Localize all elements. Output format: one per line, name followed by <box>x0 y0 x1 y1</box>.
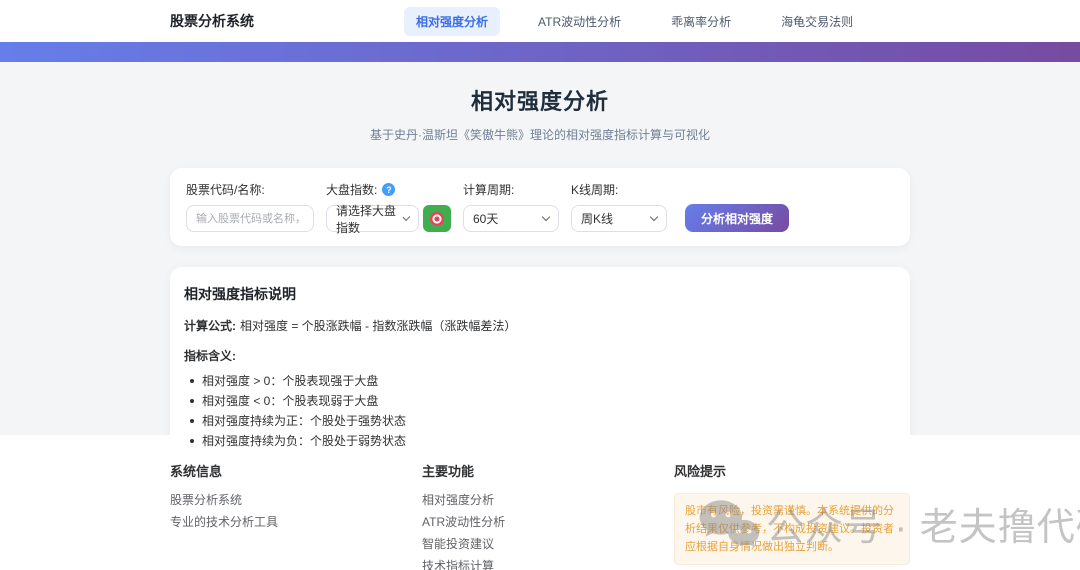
brand-title: 股票分析系统 <box>170 13 254 29</box>
footer-link-indicator-calc[interactable]: 技术指标计算 <box>422 559 674 570</box>
kline-period-label: K线周期: <box>571 183 619 197</box>
index-picker-button[interactable] <box>423 205 451 232</box>
kline-period-selected-value: 周K线 <box>581 212 614 226</box>
nav-item-turtle-trading[interactable]: 海龟交易法则 <box>769 7 865 36</box>
analyze-button[interactable]: 分析相对强度 <box>685 204 790 232</box>
chevron-down-icon <box>649 212 659 222</box>
navbar: 股票分析系统 相对强度分析 ATR波动性分析 乖离率分析 海龟交易法则 <box>0 0 1080 42</box>
target-icon <box>430 211 444 226</box>
footer-link-atr-volatility[interactable]: ATR波动性分析 <box>422 515 674 529</box>
footer-link-relative-strength[interactable]: 相对强度分析 <box>422 493 674 507</box>
nav-item-bias-ratio[interactable]: 乖离率分析 <box>659 7 743 36</box>
market-index-select[interactable]: 请选择大盘指数 <box>326 204 419 235</box>
market-index-label: 大盘指数: <box>326 183 378 197</box>
market-index-selected-value: 请选择大盘指数 <box>336 203 397 235</box>
page-subtitle: 基于史丹·温斯坦《笑傲牛熊》理论的相对强度指标计算与可视化 <box>370 128 710 142</box>
nav-item-relative-strength[interactable]: 相对强度分析 <box>404 6 501 36</box>
meaning-label: 指标含义: <box>184 349 236 363</box>
footer-col-title: 主要功能 <box>422 464 475 479</box>
main-content: 相对强度分析 基于史丹·温斯坦《笑傲牛熊》理论的相对强度指标计算与可视化 股票代… <box>0 62 1080 463</box>
analysis-form-card: 股票代码/名称: 大盘指数: ? 请选择大盘指数 <box>170 168 910 246</box>
risk-warning-box: 股市有风险，投资需谨慎。本系统提供的分析结果仅供参考，不构成投资建议。投资者应根… <box>674 493 910 566</box>
nav-item-atr-volatility[interactable]: ATR波动性分析 <box>526 7 633 36</box>
calc-period-field: 计算周期: 60天 <box>463 181 559 232</box>
chevron-down-icon <box>541 212 551 222</box>
list-item-text: 相对强度 < 0：个股表现弱于大盘 <box>202 394 379 408</box>
indicator-info-card: 相对强度指标说明 计算公式: 相对强度 = 个股涨跌幅 - 指数涨跌幅（涨跌幅差法… <box>170 267 910 463</box>
calc-period-selected-value: 60天 <box>473 212 499 226</box>
footer-col-system-info: 系统信息 股票分析系统 专业的技术分析工具 <box>170 461 422 570</box>
calc-period-label: 计算周期: <box>463 183 515 197</box>
kline-period-select[interactable]: 周K线 <box>571 205 667 232</box>
footer-col-risk-notice: 风险提示 股市有风险，投资需谨慎。本系统提供的分析结果仅供参考，不构成投资建议。… <box>674 461 910 570</box>
help-icon[interactable]: ? <box>382 183 396 196</box>
bullet-icon <box>190 379 194 383</box>
footer-col-main-features: 主要功能 相对强度分析 ATR波动性分析 智能投资建议 技术指标计算 <box>422 461 674 570</box>
calc-period-select[interactable]: 60天 <box>463 205 559 232</box>
page-title: 相对强度分析 <box>470 89 609 114</box>
page: 股票分析系统 相对强度分析 ATR波动性分析 乖离率分析 海龟交易法则 相对强度… <box>0 0 1080 570</box>
bullet-icon <box>190 439 194 443</box>
market-index-field: 大盘指数: ? 请选择大盘指数 <box>326 181 451 235</box>
list-item-text: 相对强度持续为负：个股处于弱势状态 <box>202 434 407 448</box>
market-index-label-row: 大盘指数: ? <box>326 181 451 198</box>
market-index-row: 请选择大盘指数 <box>326 204 451 235</box>
bullet-icon <box>190 399 194 403</box>
bullet-icon <box>190 419 194 423</box>
navbar-container: 股票分析系统 相对强度分析 ATR波动性分析 乖离率分析 海龟交易法则 <box>170 6 910 36</box>
footer-item: 专业的技术分析工具 <box>170 515 279 529</box>
stock-code-input[interactable] <box>186 205 314 232</box>
kline-period-field: K线周期: 周K线 <box>571 181 667 232</box>
footer: 系统信息 股票分析系统 专业的技术分析工具 主要功能 相对强度分析 ATR波动性… <box>0 435 1080 570</box>
footer-container: 系统信息 股票分析系统 专业的技术分析工具 主要功能 相对强度分析 ATR波动性… <box>170 461 910 570</box>
footer-item: 股票分析系统 <box>170 493 243 507</box>
list-item: 相对强度 > 0：个股表现强于大盘 <box>190 375 896 387</box>
nav-menu: 相对强度分析 ATR波动性分析 乖离率分析 海龟交易法则 <box>404 6 865 36</box>
list-item: 相对强度 < 0：个股表现弱于大盘 <box>190 395 896 407</box>
list-item: 相对强度持续为正：个股处于强势状态 <box>190 415 896 427</box>
formula-text: 相对强度 = 个股涨跌幅 - 指数涨跌幅（涨跌幅差法） <box>240 319 517 333</box>
stock-code-field: 股票代码/名称: <box>186 181 314 232</box>
formula-label: 计算公式: <box>184 319 236 333</box>
footer-col-title: 系统信息 <box>170 464 223 479</box>
formula-line: 计算公式: 相对强度 = 个股涨跌幅 - 指数涨跌幅（涨跌幅差法） <box>184 317 896 334</box>
hero-gradient-band <box>0 42 1080 62</box>
info-card-title: 相对强度指标说明 <box>184 286 296 302</box>
list-item-text: 相对强度 > 0：个股表现强于大盘 <box>202 374 379 388</box>
footer-link-smart-advice[interactable]: 智能投资建议 <box>422 537 674 551</box>
stock-code-label: 股票代码/名称: <box>186 183 265 197</box>
chevron-down-icon <box>402 213 411 221</box>
footer-col-title: 风险提示 <box>674 464 727 479</box>
list-item-text: 相对强度持续为正：个股处于强势状态 <box>202 414 407 428</box>
